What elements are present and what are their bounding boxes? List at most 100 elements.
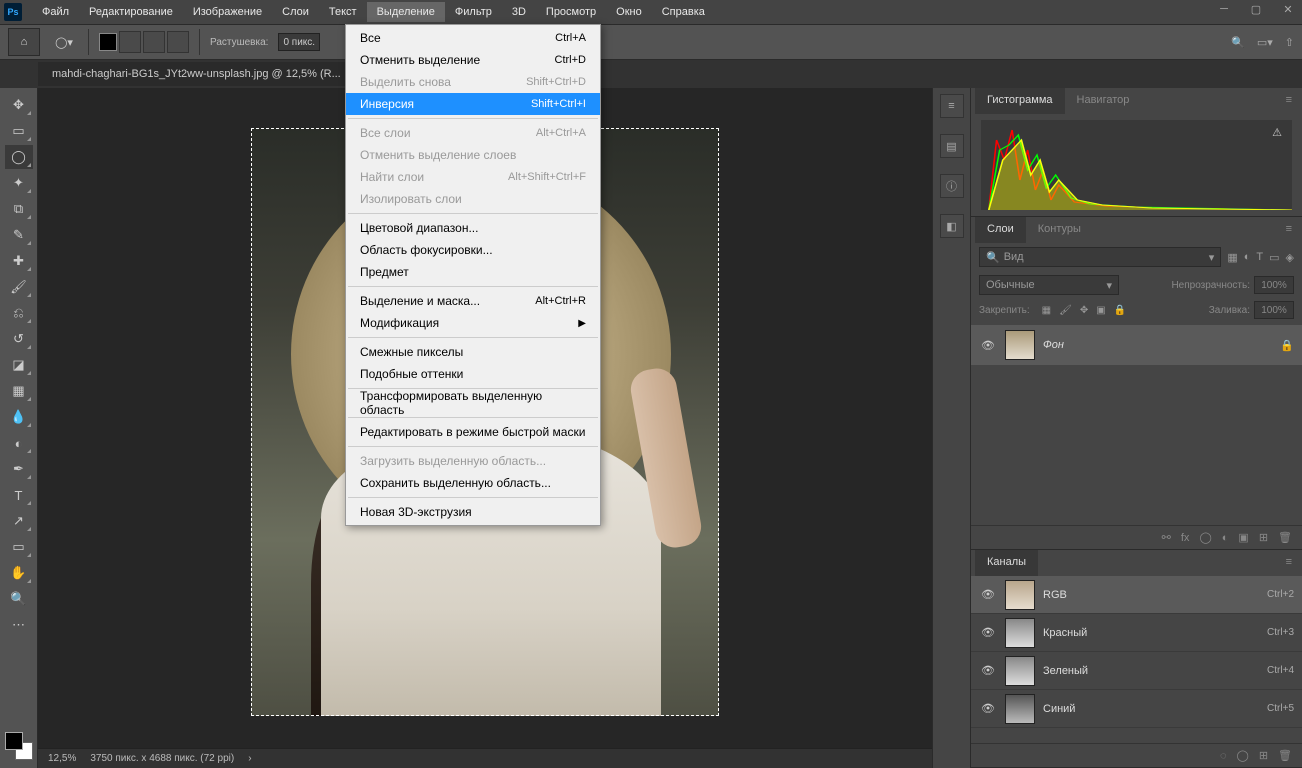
panel-icon-4[interactable]: ◧	[940, 214, 964, 238]
visibility-icon[interactable]: 👁	[979, 664, 997, 677]
tool-preset[interactable]: ◯▾	[50, 31, 78, 53]
eraser-tool[interactable]: ◪	[5, 353, 33, 377]
fg-color-swatch[interactable]	[5, 732, 23, 750]
menu-item[interactable]: Трансформировать выделенную область	[346, 392, 600, 414]
visibility-icon[interactable]: 👁	[979, 626, 997, 639]
opacity-value[interactable]: 100%	[1254, 276, 1294, 294]
warning-icon[interactable]: ⚠	[1272, 126, 1282, 139]
color-swatches[interactable]	[5, 732, 33, 760]
menu-текст[interactable]: Текст	[319, 2, 367, 22]
lock-position-icon[interactable]: ✥	[1080, 305, 1088, 316]
new-channel-icon[interactable]: ⊞	[1259, 749, 1268, 762]
save-selection-icon[interactable]: ◯	[1237, 749, 1249, 762]
selection-new-icon[interactable]	[99, 33, 117, 51]
menu-файл[interactable]: Файл	[32, 2, 79, 22]
menu-редактирование[interactable]: Редактирование	[79, 2, 183, 22]
layer-filter[interactable]: 🔍 Вид ▾	[979, 247, 1221, 267]
lock-all-icon[interactable]: 🔒	[1114, 305, 1126, 316]
document-tab[interactable]: mahdi-chaghari-BG1s_JYt2ww-unsplash.jpg …	[38, 62, 372, 86]
stamp-tool[interactable]: ⎌	[5, 301, 33, 325]
mask-icon[interactable]: ◯	[1199, 531, 1211, 544]
marquee-tool[interactable]: ▭	[5, 119, 33, 143]
menu-изображение[interactable]: Изображение	[183, 2, 272, 22]
new-layer-icon[interactable]: ⊞	[1259, 531, 1268, 544]
zoom-tool[interactable]: 🔍	[5, 587, 33, 611]
magic-wand-tool[interactable]: ✦	[5, 171, 33, 195]
tab-layers[interactable]: Слои	[975, 217, 1026, 243]
menu-фильтр[interactable]: Фильтр	[445, 2, 502, 22]
group-icon[interactable]: ▣	[1238, 531, 1248, 544]
panel-menu-icon[interactable]: ≡	[1276, 217, 1302, 243]
menu-item[interactable]: Выделение и маска...Alt+Ctrl+R	[346, 290, 600, 312]
selection-add-icon[interactable]	[119, 31, 141, 53]
menu-слои[interactable]: Слои	[272, 2, 319, 22]
menu-item[interactable]: Цветовой диапазон...	[346, 217, 600, 239]
blend-mode-select[interactable]: Обычные▾	[979, 275, 1119, 295]
channel-row[interactable]: 👁ЗеленыйCtrl+4	[971, 652, 1302, 690]
move-tool[interactable]: ✥	[5, 93, 33, 117]
panel-icon-2[interactable]: ▤	[940, 134, 964, 158]
panel-icon-3[interactable]: ⓘ	[940, 174, 964, 198]
visibility-icon[interactable]: 👁	[979, 588, 997, 601]
fx-icon[interactable]: fx	[1181, 532, 1190, 544]
brush-tool[interactable]: 🖌	[5, 275, 33, 299]
link-icon[interactable]: ⚯	[1162, 531, 1171, 544]
menu-окно[interactable]: Окно	[606, 2, 652, 22]
blur-tool[interactable]: 💧	[5, 405, 33, 429]
channel-row[interactable]: 👁СинийCtrl+5	[971, 690, 1302, 728]
layer-row[interactable]: 👁 Фон 🔒	[971, 325, 1302, 365]
filter-type-icon[interactable]: T	[1256, 251, 1263, 264]
filter-pixel-icon[interactable]: ▦	[1227, 251, 1237, 264]
share-icon[interactable]: ⇧	[1285, 36, 1294, 49]
menu-item[interactable]: Смежные пикселы	[346, 341, 600, 363]
filter-adjust-icon[interactable]: ◐	[1244, 251, 1251, 264]
menu-item[interactable]: Область фокусировки...	[346, 239, 600, 261]
menu-справка[interactable]: Справка	[652, 2, 715, 22]
channel-row[interactable]: 👁КрасныйCtrl+3	[971, 614, 1302, 652]
filter-shape-icon[interactable]: ▭	[1269, 251, 1279, 264]
minimize-button[interactable]: ─	[1218, 3, 1230, 16]
menu-item[interactable]: Редактировать в режиме быстрой маски	[346, 421, 600, 443]
feather-input[interactable]	[278, 33, 320, 51]
panel-menu-icon[interactable]: ≡	[1276, 550, 1302, 576]
path-tool[interactable]: ↗	[5, 509, 33, 533]
load-selection-icon[interactable]: ◌	[1220, 750, 1227, 762]
history-brush-tool[interactable]: ↺	[5, 327, 33, 351]
shape-tool[interactable]: ▭	[5, 535, 33, 559]
menu-item[interactable]: Сохранить выделенную область...	[346, 472, 600, 494]
menu-item[interactable]: Новая 3D-экструзия	[346, 501, 600, 523]
lock-transparency-icon[interactable]: ▦	[1042, 305, 1051, 316]
lock-icon[interactable]: 🔒	[1280, 339, 1294, 352]
lock-paint-icon[interactable]: 🖌	[1059, 305, 1072, 316]
tab-histogram[interactable]: Гистограмма	[975, 88, 1065, 114]
workspace-switcher-icon[interactable]: ▭▾	[1257, 36, 1273, 49]
layer-name[interactable]: Фон	[1043, 339, 1064, 351]
close-button[interactable]: ✕	[1282, 3, 1294, 16]
document-info[interactable]: 3750 пикс. x 4688 пикс. (72 ppi)	[90, 753, 234, 764]
eyedropper-tool[interactable]: ✎	[5, 223, 33, 247]
menu-item[interactable]: Модификация▶	[346, 312, 600, 334]
filter-smart-icon[interactable]: ◈	[1286, 251, 1294, 264]
hand-tool[interactable]: ✋	[5, 561, 33, 585]
home-button[interactable]: ⌂	[8, 28, 40, 56]
pen-tool[interactable]: ✒	[5, 457, 33, 481]
dodge-tool[interactable]: ◐	[5, 431, 33, 455]
adjustment-icon[interactable]: ◐	[1222, 532, 1229, 544]
chevron-right-icon[interactable]: ›	[248, 753, 251, 764]
crop-tool[interactable]: ⧉	[5, 197, 33, 221]
channel-row[interactable]: 👁RGBCtrl+2	[971, 576, 1302, 614]
visibility-icon[interactable]: 👁	[979, 702, 997, 715]
tab-navigator[interactable]: Навигатор	[1065, 88, 1142, 114]
healing-tool[interactable]: ✚	[5, 249, 33, 273]
zoom-display[interactable]: 12,5%	[48, 753, 76, 764]
visibility-icon[interactable]: 👁	[979, 339, 997, 352]
menu-item[interactable]: Подобные оттенки	[346, 363, 600, 385]
menu-item[interactable]: Предмет	[346, 261, 600, 283]
tab-paths[interactable]: Контуры	[1026, 217, 1093, 243]
gradient-tool[interactable]: ▦	[5, 379, 33, 403]
selection-intersect-icon[interactable]	[167, 31, 189, 53]
menu-item[interactable]: ИнверсияShift+Ctrl+I	[346, 93, 600, 115]
lasso-tool[interactable]: ◯	[5, 145, 33, 169]
lock-artboard-icon[interactable]: ▣	[1096, 305, 1105, 316]
maximize-button[interactable]: ▢	[1250, 3, 1262, 16]
